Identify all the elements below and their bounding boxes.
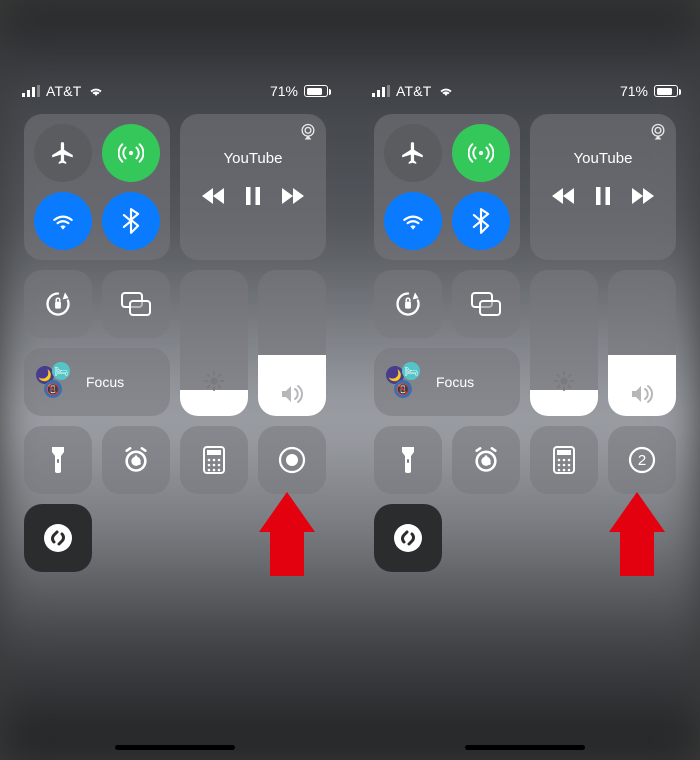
brightness-slider[interactable] — [530, 270, 598, 416]
volume-slider[interactable] — [258, 270, 326, 416]
focus-modes-icon: 🌙 🛏 📵 — [36, 362, 76, 402]
screen-mirroring-icon — [471, 292, 501, 316]
cellular-bars-icon — [372, 85, 390, 97]
wifi-icon — [88, 85, 104, 97]
bluetooth-toggle[interactable] — [452, 192, 510, 250]
airplay-icon[interactable] — [298, 122, 318, 142]
orientation-lock-toggle[interactable] — [374, 270, 442, 338]
pause-button[interactable] — [246, 187, 260, 205]
brightness-slider[interactable] — [180, 270, 248, 416]
carrier-label: AT&T — [396, 83, 432, 99]
antenna-icon — [468, 140, 494, 166]
sun-icon — [203, 370, 225, 392]
screen-mirroring-icon — [121, 292, 151, 316]
rotation-lock-icon — [44, 290, 72, 318]
flashlight-icon — [50, 445, 66, 475]
forward-button[interactable] — [632, 188, 654, 204]
screen-mirroring-toggle[interactable] — [102, 270, 170, 338]
battery-icon — [304, 85, 328, 97]
wifi-icon — [400, 208, 426, 234]
screen-mirroring-toggle[interactable] — [452, 270, 520, 338]
calculator-button[interactable] — [530, 426, 598, 494]
shazam-icon — [43, 523, 73, 553]
flashlight-icon — [400, 445, 416, 475]
forward-button[interactable] — [282, 188, 304, 204]
cellular-data-toggle[interactable] — [102, 124, 160, 182]
carrier-label: AT&T — [46, 83, 82, 99]
rewind-button[interactable] — [552, 188, 574, 204]
calculator-icon — [203, 446, 225, 474]
flashlight-button[interactable] — [24, 426, 92, 494]
focus-label: Focus — [436, 374, 474, 390]
volume-slider[interactable] — [608, 270, 676, 416]
media-module[interactable]: YouTube — [530, 114, 676, 260]
sun-icon — [553, 370, 575, 392]
airplane-icon — [50, 140, 76, 166]
media-title: YouTube — [224, 150, 283, 167]
bluetooth-icon — [120, 208, 142, 234]
callout-arrow — [612, 492, 662, 576]
alarm-clock-icon — [472, 446, 500, 474]
speaker-icon — [630, 384, 654, 404]
home-indicator[interactable] — [465, 745, 585, 750]
airplane-icon — [400, 140, 426, 166]
timer-button[interactable] — [452, 426, 520, 494]
callout-arrow — [262, 492, 312, 576]
connectivity-module[interactable] — [374, 114, 520, 260]
wifi-toggle[interactable] — [384, 192, 442, 250]
calculator-button[interactable] — [180, 426, 248, 494]
airplane-mode-toggle[interactable] — [34, 124, 92, 182]
wifi-toggle[interactable] — [34, 192, 92, 250]
wifi-icon — [50, 208, 76, 234]
record-icon — [277, 445, 307, 475]
focus-toggle[interactable]: 🌙 🛏 📵 Focus — [24, 348, 170, 416]
flashlight-button[interactable] — [374, 426, 442, 494]
svg-text:2: 2 — [638, 452, 646, 469]
antenna-icon — [118, 140, 144, 166]
status-bar: AT&T 71% — [0, 78, 350, 104]
battery-percent: 71% — [270, 83, 298, 99]
home-indicator[interactable] — [115, 745, 235, 750]
status-bar: AT&T 71% — [350, 78, 700, 104]
orientation-lock-toggle[interactable] — [24, 270, 92, 338]
airplay-icon[interactable] — [648, 122, 668, 142]
media-title: YouTube — [574, 150, 633, 167]
focus-toggle[interactable]: 🌙 🛏 📵 Focus — [374, 348, 520, 416]
shazam-icon — [393, 523, 423, 553]
bluetooth-icon — [470, 208, 492, 234]
airplane-mode-toggle[interactable] — [384, 124, 442, 182]
calculator-icon — [553, 446, 575, 474]
rewind-button[interactable] — [202, 188, 224, 204]
pause-button[interactable] — [596, 187, 610, 205]
bluetooth-toggle[interactable] — [102, 192, 160, 250]
media-module[interactable]: YouTube — [180, 114, 326, 260]
record-countdown-icon: 2 — [627, 445, 657, 475]
focus-modes-icon: 🌙 🛏 📵 — [386, 362, 426, 402]
wifi-icon — [438, 85, 454, 97]
shazam-button[interactable] — [374, 504, 442, 572]
timer-button[interactable] — [102, 426, 170, 494]
connectivity-module[interactable] — [24, 114, 170, 260]
cellular-bars-icon — [22, 85, 40, 97]
cellular-data-toggle[interactable] — [452, 124, 510, 182]
battery-icon — [654, 85, 678, 97]
shazam-button[interactable] — [24, 504, 92, 572]
alarm-clock-icon — [122, 446, 150, 474]
speaker-icon — [280, 384, 304, 404]
rotation-lock-icon — [394, 290, 422, 318]
focus-label: Focus — [86, 374, 124, 390]
battery-percent: 71% — [620, 83, 648, 99]
